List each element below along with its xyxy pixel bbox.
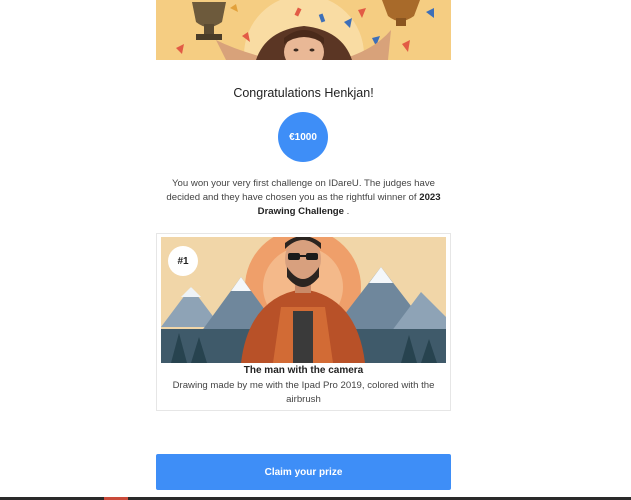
entry-title: The man with the camera	[243, 365, 364, 376]
rank-badge: #1	[168, 246, 198, 276]
email-card: Congratulations Henkjan! €1000 You won y…	[156, 0, 451, 500]
entry-description: Drawing made by me with the Ipad Pro 201…	[172, 380, 435, 405]
win-message-text: You won your very first challenge on IDa…	[166, 178, 435, 203]
win-message-suffix: .	[346, 206, 350, 217]
entry-illustration-image: #1	[161, 237, 446, 363]
win-message: You won your very first challenge on IDa…	[156, 177, 451, 219]
hero-banner-image	[156, 0, 451, 60]
winning-entry-card: #1 The man with the camera Drawing made …	[156, 233, 451, 411]
claim-prize-button[interactable]: Claim your prize	[156, 454, 451, 490]
prize-amount-badge: €1000	[278, 112, 328, 162]
congratulations-heading: Congratulations Henkjan!	[233, 86, 374, 100]
